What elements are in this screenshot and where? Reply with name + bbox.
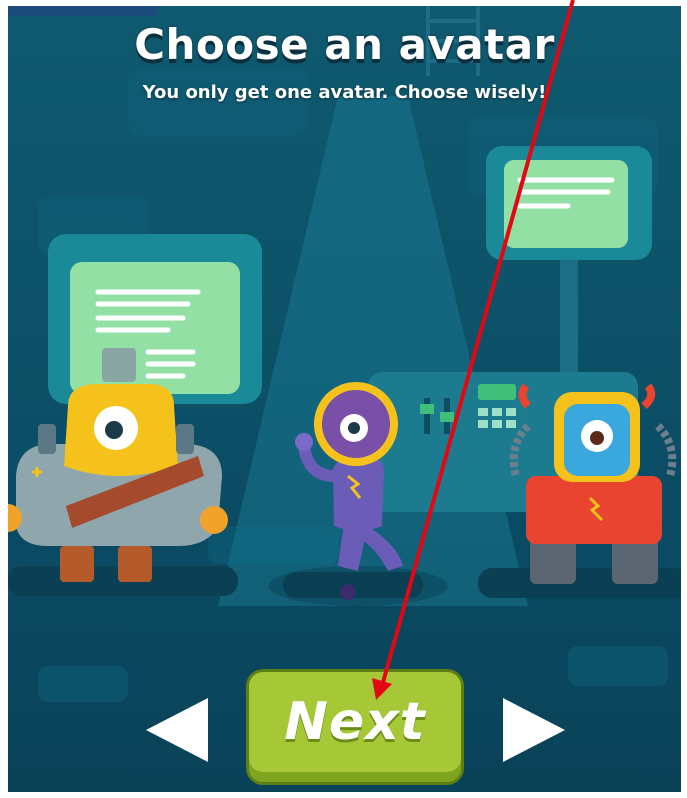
next-button[interactable]: Next (249, 672, 461, 782)
screenshot-frame: Choose an avatar You only get one avatar… (0, 0, 687, 798)
next-avatar-arrow-button[interactable] (503, 698, 565, 762)
left-monitor (48, 234, 262, 404)
page-title: Choose an avatar (134, 20, 555, 69)
avatar-selection-scene: Choose an avatar You only get one avatar… (8, 6, 681, 792)
page-subtitle: You only get one avatar. Choose wisely! (142, 82, 547, 103)
next-button-label: Next (284, 692, 426, 752)
yellow-monster-avatar[interactable] (8, 384, 228, 582)
right-monitor (486, 146, 652, 380)
previous-avatar-button[interactable] (146, 698, 208, 762)
top-left-tab (8, 6, 158, 16)
